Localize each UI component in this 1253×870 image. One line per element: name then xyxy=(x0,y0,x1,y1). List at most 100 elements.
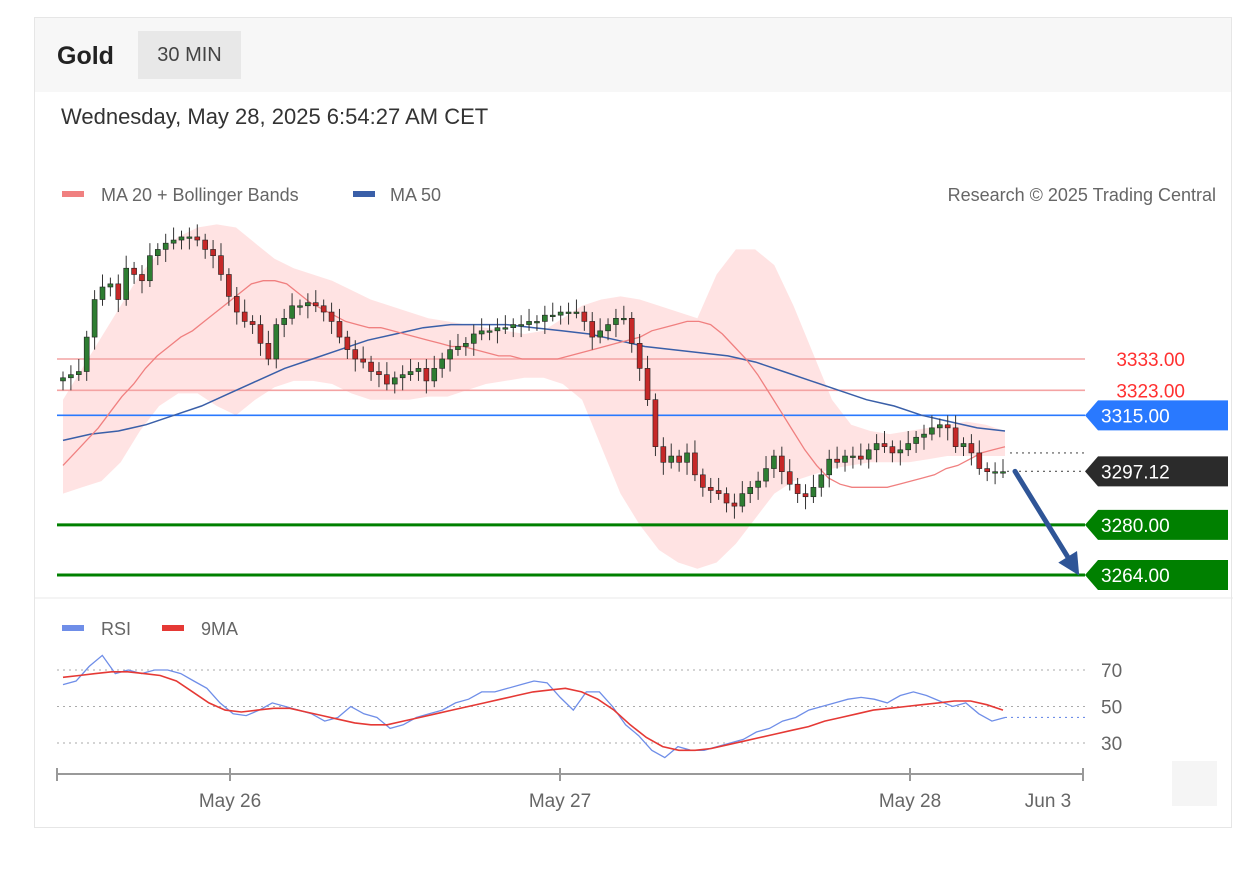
candle-body xyxy=(75,371,82,375)
candle-body xyxy=(976,452,983,469)
candle-body xyxy=(249,321,256,325)
candle-body xyxy=(589,321,596,338)
candle-body xyxy=(897,449,904,454)
candle-body xyxy=(194,236,201,241)
candle-body xyxy=(984,468,991,472)
candle-body xyxy=(83,336,90,372)
ma20-legend-swatch xyxy=(62,191,84,197)
candle-body xyxy=(336,321,343,338)
candle-body xyxy=(470,333,477,344)
candle-body xyxy=(281,318,287,325)
candle-body xyxy=(91,299,98,338)
candle-body xyxy=(226,274,232,297)
down-arrow-icon xyxy=(1012,468,1078,572)
candle-body xyxy=(905,443,912,451)
candle-body xyxy=(486,330,493,333)
candle-body xyxy=(186,236,193,239)
candle-body xyxy=(518,324,524,327)
copyright-text: Research © 2025 Trading Central xyxy=(948,185,1216,205)
candle-body xyxy=(613,318,619,325)
candle-body xyxy=(921,433,927,438)
candle-body xyxy=(723,493,730,504)
candle-body xyxy=(873,443,880,451)
candle-body xyxy=(289,305,295,319)
price-chart: MA 20 + Bollinger Bands MA 50 Research ©… xyxy=(35,185,1233,812)
candle-body xyxy=(297,305,303,308)
candle-body xyxy=(218,255,224,275)
level-label-3297.12: 3297.12 xyxy=(1101,462,1170,483)
x-tick-label: Jun 3 xyxy=(1025,791,1071,812)
candle-body xyxy=(352,349,359,360)
candle-body xyxy=(534,321,540,324)
candle-body xyxy=(170,239,177,244)
level-label-3333.00: 3333.00 xyxy=(1116,350,1185,371)
rsi-legend-label: RSI xyxy=(101,619,131,639)
candle-body xyxy=(668,455,675,463)
candle-body xyxy=(162,242,169,250)
x-tick-label: May 28 xyxy=(879,791,941,812)
candle-body xyxy=(494,327,501,332)
candle-body xyxy=(391,377,398,385)
candle-body xyxy=(889,446,896,454)
candle-body xyxy=(99,286,106,300)
candle-body xyxy=(328,311,335,322)
candle-body xyxy=(786,471,793,485)
candle-body xyxy=(273,324,280,360)
candle-body xyxy=(407,371,414,375)
candle-body xyxy=(320,305,327,313)
candle-body xyxy=(739,493,746,507)
candle-body xyxy=(131,267,137,275)
candle-body xyxy=(628,318,635,344)
candle-body xyxy=(960,443,967,447)
candle-body xyxy=(810,487,817,498)
candle-body xyxy=(597,330,603,338)
candle-body xyxy=(384,374,390,385)
rsi-line xyxy=(62,654,1006,759)
candle-body xyxy=(447,349,453,360)
candle-body xyxy=(526,321,532,325)
candle-body xyxy=(502,327,509,330)
candle-body xyxy=(747,487,754,494)
ma9-legend-swatch xyxy=(162,625,184,631)
candle-body xyxy=(858,455,864,460)
candle-body xyxy=(944,424,951,429)
candle-body xyxy=(202,239,208,250)
candle-body xyxy=(660,446,667,463)
candle-body xyxy=(360,358,366,363)
rsi-legend-swatch xyxy=(62,625,84,631)
candle-body xyxy=(312,302,319,307)
candle-body xyxy=(676,455,682,463)
rsi-tick-label: 70 xyxy=(1101,661,1122,682)
price-plot: 3333.00 3323.00 3315.00 3297.12 3280.00 3264.… xyxy=(57,224,1228,590)
candle-body xyxy=(257,324,264,344)
ma50-legend-swatch xyxy=(353,191,375,197)
candle-body xyxy=(368,361,374,372)
candle-body xyxy=(715,490,722,494)
candle-body xyxy=(636,343,643,369)
candle-body xyxy=(265,343,272,360)
candle-body xyxy=(763,468,769,482)
candle-body xyxy=(305,302,311,307)
candle-body xyxy=(147,255,153,282)
candle-body xyxy=(968,443,975,454)
candle-body xyxy=(178,236,185,241)
x-tick-label: May 27 xyxy=(529,791,591,812)
candle-body xyxy=(818,474,825,488)
level-label-3264.00: 3264.00 xyxy=(1101,566,1170,587)
candle-body xyxy=(779,455,785,472)
candle-body xyxy=(731,502,738,507)
scroll-button[interactable] xyxy=(1172,761,1217,806)
candle-body xyxy=(107,283,114,288)
candle-body xyxy=(415,368,422,372)
ma20-legend-label: MA 20 + Bollinger Bands xyxy=(101,185,299,205)
candle-body xyxy=(865,449,872,460)
candle-body xyxy=(510,324,517,328)
candle-body xyxy=(344,336,351,350)
candle-body xyxy=(644,368,651,400)
rsi-ma-line xyxy=(62,671,1004,752)
candle-body xyxy=(60,377,66,382)
bollinger-band-area xyxy=(63,224,1005,569)
candle-body xyxy=(913,436,919,444)
level-label-3323.00: 3323.00 xyxy=(1116,381,1185,402)
candle-body xyxy=(794,483,801,494)
